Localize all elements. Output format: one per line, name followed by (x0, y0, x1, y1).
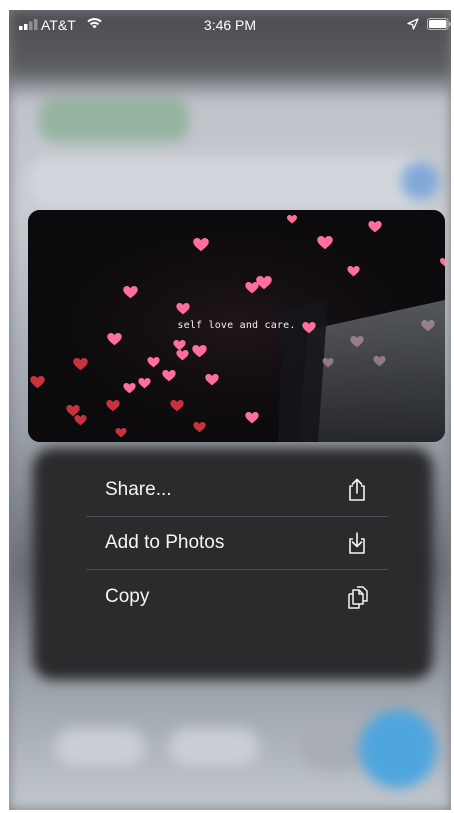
status-bar: AT&T 3:46 PM (9, 10, 451, 40)
blurred-pill (169, 728, 259, 766)
blurred-pill (55, 728, 145, 766)
add-to-photos-menu-item[interactable]: Add to Photos (86, 517, 388, 570)
copy-label: Copy (105, 586, 150, 607)
add-to-photos-label: Add to Photos (105, 532, 225, 553)
context-menu: Share... Add to Photos Copy (86, 464, 388, 624)
location-arrow-icon (407, 18, 419, 30)
blurred-search-bar (27, 156, 437, 208)
share-label: Share... (105, 479, 172, 500)
image-caption: self love and care. (177, 320, 296, 331)
copy-menu-item[interactable]: Copy (86, 570, 388, 624)
blurred-logo (39, 98, 189, 142)
blurred-floating-button (359, 710, 437, 788)
copy-icon (348, 586, 368, 609)
status-time: 3:46 PM (203, 17, 257, 33)
share-icon (349, 478, 365, 501)
blurred-avatar (401, 162, 439, 200)
battery-icon (427, 18, 451, 30)
save-to-photos-icon (349, 532, 365, 554)
image-preview[interactable]: self love and care. (28, 210, 445, 442)
share-menu-item[interactable]: Share... (86, 464, 388, 517)
screen: AT&T 3:46 PM self love and care. Share..… (9, 10, 451, 810)
